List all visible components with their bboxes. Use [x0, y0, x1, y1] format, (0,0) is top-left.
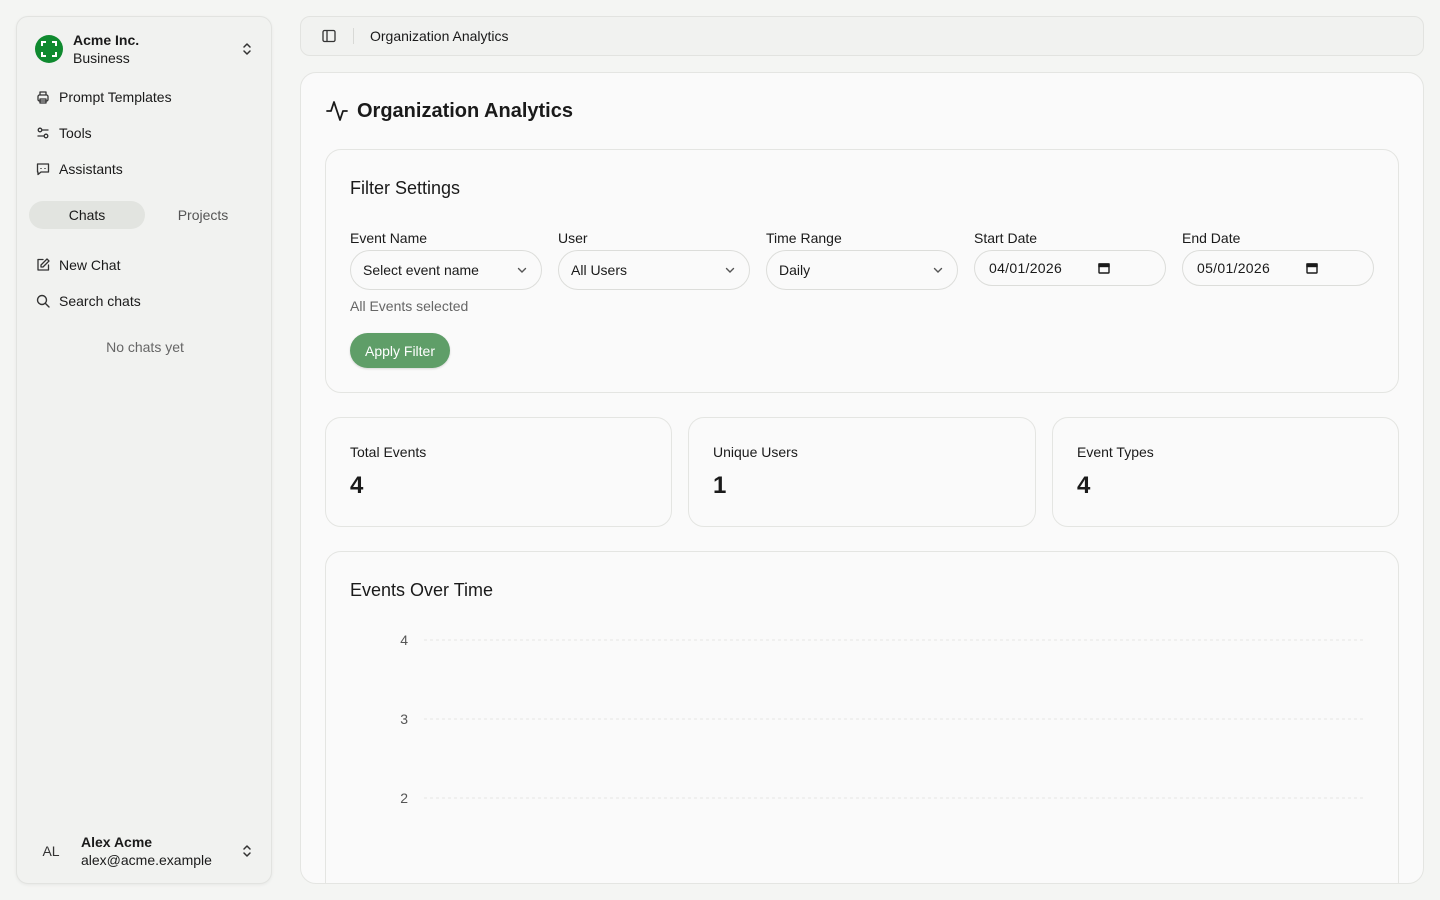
bot-message-icon — [36, 163, 50, 176]
search-chats-label: Search chats — [59, 293, 141, 309]
empty-chats-text: No chats yet — [106, 339, 184, 355]
stat-card-unique-users: Unique Users 1 — [688, 417, 1036, 527]
edit-icon — [37, 258, 50, 271]
nav-tools[interactable]: Tools — [25, 117, 265, 149]
new-chat-button[interactable]: New Chat — [25, 249, 265, 281]
sliders-icon — [37, 127, 49, 139]
page-title: Organization Analytics — [325, 99, 573, 123]
end-date-field: End Date 05/01/2026 — [1182, 230, 1374, 286]
time-range-label: Time Range — [766, 230, 842, 246]
tab-chats[interactable]: Chats — [29, 201, 145, 229]
stat-card-event-types: Event Types 4 — [1052, 417, 1399, 527]
calendar-icon[interactable] — [1097, 261, 1111, 275]
end-date-label: End Date — [1182, 230, 1241, 246]
nav-label: Assistants — [59, 161, 123, 177]
y-tick-label: 3 — [400, 711, 408, 727]
stat-card-total-events: Total Events 4 — [325, 417, 672, 527]
activity-icon — [326, 101, 348, 121]
chevron-down-icon — [517, 267, 527, 273]
user-email: alex@acme.example — [81, 852, 212, 868]
new-chat-label: New Chat — [59, 257, 121, 273]
stat-label: Total Events — [350, 444, 427, 460]
start-date-field: Start Date 04/01/2026 — [974, 230, 1166, 286]
chevrons-up-down-icon — [243, 43, 251, 55]
selection-hint: All Events selected — [350, 298, 469, 314]
event-name-select[interactable]: Select event name — [350, 250, 542, 290]
time-range-select[interactable]: Daily — [766, 250, 958, 290]
apply-filter-button[interactable]: Apply Filter — [350, 333, 450, 368]
main-panel: Organization Analytics Filter Settings E… — [300, 72, 1424, 884]
breadcrumb: Organization Analytics — [370, 28, 509, 44]
stat-value: 1 — [713, 472, 727, 499]
printer-icon — [37, 91, 49, 104]
start-date-input[interactable]: 04/01/2026 — [974, 250, 1166, 286]
nav-label: Tools — [59, 125, 92, 141]
y-tick-label: 4 — [400, 632, 408, 648]
filter-settings-title: Filter Settings — [350, 178, 461, 198]
org-plan: Business — [73, 50, 130, 66]
user-field: User All Users — [558, 230, 750, 290]
start-date-label: Start Date — [974, 230, 1038, 246]
chevron-down-icon — [725, 267, 735, 273]
chats-projects-toggle: Chats Projects — [29, 201, 261, 229]
panel-left-icon — [322, 29, 336, 43]
y-tick-label: 2 — [400, 790, 408, 806]
avatar: AL — [42, 843, 60, 859]
sidebar: Acme Inc. Business Prompt Templates Tool… — [16, 16, 272, 884]
nav-prompt-templates[interactable]: Prompt Templates — [25, 81, 265, 113]
header-bar: Organization Analytics — [300, 16, 1424, 56]
start-date-value: 04/01/2026 — [989, 260, 1063, 276]
end-date-value: 05/01/2026 — [1197, 260, 1271, 276]
stat-value: 4 — [350, 472, 364, 499]
events-chart: 4 3 2 — [400, 632, 1366, 806]
nav-label: Prompt Templates — [59, 89, 172, 105]
user-switcher[interactable]: AL Alex Acme alex@acme.example — [25, 825, 265, 877]
stat-value: 4 — [1077, 472, 1091, 499]
org-switcher[interactable]: Acme Inc. Business — [25, 25, 265, 73]
end-date-input[interactable]: 05/01/2026 — [1182, 250, 1374, 286]
chevrons-up-down-icon — [243, 845, 251, 857]
tab-projects[interactable]: Projects — [145, 201, 261, 229]
calendar-icon[interactable] — [1305, 261, 1319, 275]
search-icon — [36, 294, 50, 308]
sidebar-toggle-button[interactable] — [317, 24, 341, 48]
events-over-time-card: Events Over Time 432 — [325, 551, 1399, 883]
divider — [353, 28, 354, 44]
time-range-field: Time Range Daily — [766, 230, 958, 290]
org-name: Acme Inc. — [73, 32, 140, 48]
stat-label: Event Types — [1077, 444, 1154, 460]
user-value: All Users — [571, 262, 628, 278]
event-name-label: Event Name — [350, 230, 428, 246]
nav-assistants[interactable]: Assistants — [25, 153, 265, 185]
time-range-value: Daily — [779, 262, 811, 278]
filter-settings-card: Filter Settings Event Name Select event … — [325, 149, 1399, 393]
page-title-text: Organization Analytics — [357, 99, 573, 122]
org-logo-icon — [35, 35, 63, 63]
user-select[interactable]: All Users — [558, 250, 750, 290]
event-name-field: Event Name Select event name — [350, 230, 542, 290]
user-name: Alex Acme — [81, 834, 153, 850]
user-label: User — [558, 230, 588, 246]
search-chats-button[interactable]: Search chats — [25, 285, 265, 317]
event-name-value: Select event name — [363, 262, 479, 278]
stat-label: Unique Users — [713, 444, 798, 460]
chevron-down-icon — [933, 267, 943, 273]
